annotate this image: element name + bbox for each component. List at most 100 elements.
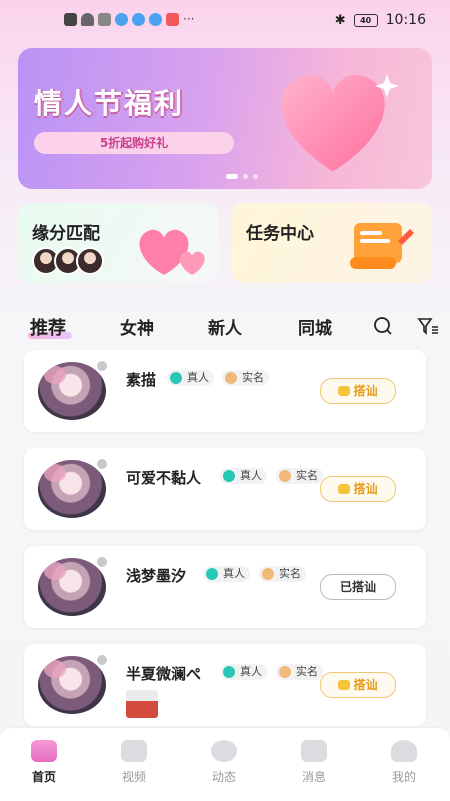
chat-bubble-icon [338,680,351,690]
video-icon [121,740,147,762]
real-name-badge: 实名 [276,664,323,680]
task-card-title: 任务中心 [246,224,314,244]
nav-label: 首页 [31,770,56,784]
nav-video[interactable]: 视频 [104,740,164,785]
badge-label: 真人 [187,371,209,384]
button-label: 搭讪 [353,678,378,692]
already-chatted-button[interactable]: 已搭讪 [320,574,396,600]
carousel-dot [243,174,248,179]
user-card[interactable]: 可爱不黏人 真人 实名 搭讪 [24,448,426,530]
badge-label: 实名 [296,665,318,678]
real-name-badge: 实名 [222,370,269,386]
avatar[interactable] [38,558,106,616]
nav-profile[interactable]: 我的 [374,740,434,785]
carousel-dot [253,174,258,179]
app-icon-3 [149,12,162,26]
user-name: 素描 [126,371,157,389]
avatar[interactable] [38,656,106,714]
tab-newcomer[interactable]: 新人 [208,314,242,339]
search-icon[interactable] [373,316,393,336]
battery-icon: 40 [353,13,378,27]
badge-label: 真人 [240,665,262,678]
promo-banner[interactable]: 情人节福利 5折起购好礼 [18,48,432,189]
planet-icon [211,740,237,762]
real-name-badge: 实名 [259,566,306,582]
badge-label: 实名 [279,567,301,580]
online-status-dot [96,360,108,372]
online-status-dot [96,654,108,666]
chat-bubble-icon [338,386,351,396]
tab-recommend[interactable]: 推荐 [30,314,66,340]
person-icon [391,740,417,762]
category-tabs: 推荐 女神 新人 同城 [0,306,450,346]
person-icon [279,666,291,678]
gift-thumbnail [126,690,158,718]
person-icon [262,568,274,580]
badge-label: 实名 [242,371,264,384]
user-name: 浅梦墨汐 [126,567,187,585]
person-icon [225,372,237,384]
nav-label: 消息 [301,770,326,784]
avatar[interactable] [38,362,106,420]
banner-title: 情人节福利 [34,87,185,120]
image-icon [98,12,111,26]
wifi-icon [81,12,94,26]
banner-subtitle: 5折起购好礼 [34,132,234,154]
verified-icon [223,666,235,678]
badge-label: 真人 [240,469,262,482]
real-name-badge: 实名 [276,468,323,484]
home-icon [31,740,57,762]
tab-goddess[interactable]: 女神 [120,314,154,339]
nav-label: 视频 [121,770,146,784]
button-label: 搭讪 [353,384,378,398]
task-center-card[interactable]: 任务中心 [232,203,432,283]
tab-same-city[interactable]: 同城 [298,314,332,339]
scroll-icon [350,223,414,269]
user-name: 半夏微澜ぺ [126,665,202,683]
avatar[interactable] [38,460,106,518]
notification-icons: ··· [64,12,194,26]
chat-up-button[interactable]: 搭讪 [320,672,396,698]
message-icon [301,740,327,762]
online-status-dot [96,556,108,568]
nav-messages[interactable]: 消息 [284,740,344,785]
app-icon-2 [132,12,145,26]
real-person-badge: 真人 [220,468,267,484]
nav-label: 我的 [391,770,416,784]
user-card[interactable]: 半夏微澜ぺ 真人 实名 搭讪 [24,644,426,726]
app-icon-1 [115,12,128,26]
chat-up-button[interactable]: 搭讪 [320,476,396,502]
button-label: 已搭讪 [339,580,376,594]
match-avatars [32,247,104,275]
badge-label: 真人 [223,567,245,580]
clock: 10:16 [385,12,426,28]
button-label: 搭讪 [353,482,378,496]
app-icon-4 [166,12,179,26]
carousel-dot [226,174,238,179]
hearts-icon [139,229,205,275]
more-notifications-icon: ··· [183,12,195,26]
real-person-badge: 真人 [220,664,267,680]
verified-icon [223,470,235,482]
verified-icon [170,372,182,384]
heart-icon [281,74,399,172]
bottom-navigation: 首页 视频 动态 消息 我的 [0,727,450,801]
real-person-badge: 真人 [167,370,214,386]
nav-moments[interactable]: 动态 [194,740,254,785]
status-bar: ··· ✱ 40 10:16 [0,0,450,40]
user-card[interactable]: 素描 真人 实名 搭讪 [24,350,426,432]
verified-icon [206,568,218,580]
match-card-title: 缘分匹配 [32,224,100,244]
alert-icon [64,12,77,26]
match-card[interactable]: 缘分匹配 [18,203,219,283]
chat-up-button[interactable]: 搭讪 [320,378,396,404]
person-icon [279,470,291,482]
badge-label: 实名 [296,469,318,482]
user-name: 可爱不黏人 [126,469,202,487]
nav-home[interactable]: 首页 [14,740,74,785]
online-status-dot [96,458,108,470]
carousel-dots [226,174,258,179]
user-card[interactable]: 浅梦墨汐 真人 实名 已搭讪 [24,546,426,628]
chat-bubble-icon [338,484,351,494]
filter-icon[interactable] [417,316,439,336]
